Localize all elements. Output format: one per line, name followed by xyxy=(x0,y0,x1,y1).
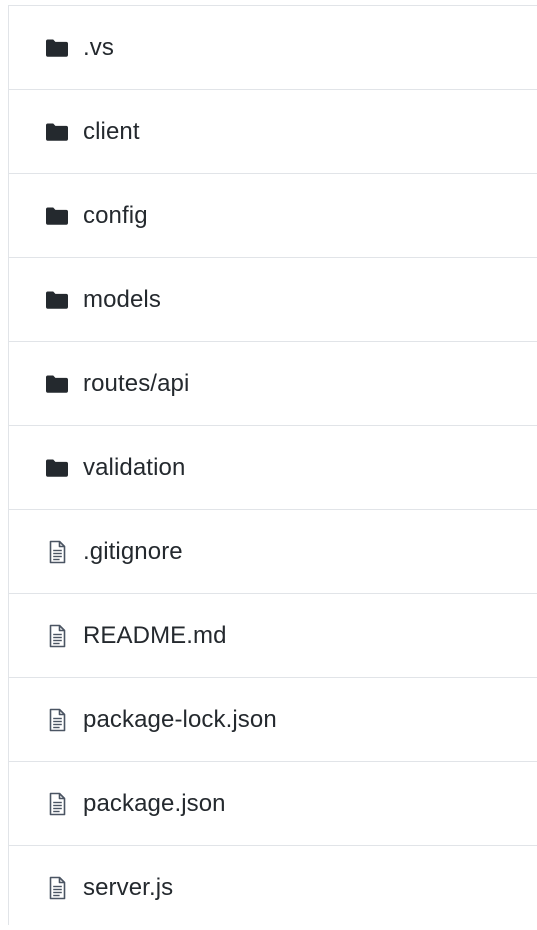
file-list-row-folder[interactable]: .vs xyxy=(9,6,537,90)
entry-name[interactable]: .vs xyxy=(83,34,114,62)
file-icon xyxy=(45,876,69,900)
entry-name[interactable]: models xyxy=(83,286,161,314)
file-icon xyxy=(45,708,69,732)
file-list-row-file[interactable]: package-lock.json xyxy=(9,678,537,762)
entry-name[interactable]: README.md xyxy=(83,622,227,650)
file-list-row-file[interactable]: server.js xyxy=(9,846,537,930)
folder-icon xyxy=(45,288,69,312)
file-list: .vs client config models routes/api vali… xyxy=(8,5,537,925)
file-list-row-file[interactable]: README.md xyxy=(9,594,537,678)
file-list-row-folder[interactable]: client xyxy=(9,90,537,174)
entry-name[interactable]: .gitignore xyxy=(83,538,183,566)
file-list-row-folder[interactable]: config xyxy=(9,174,537,258)
file-icon xyxy=(45,792,69,816)
entry-name[interactable]: routes/api xyxy=(83,370,189,398)
folder-icon xyxy=(45,372,69,396)
folder-icon xyxy=(45,36,69,60)
folder-icon xyxy=(45,456,69,480)
entry-name[interactable]: server.js xyxy=(83,874,173,902)
file-list-row-file[interactable]: .gitignore xyxy=(9,510,537,594)
entry-name[interactable]: validation xyxy=(83,454,185,482)
entry-name[interactable]: package-lock.json xyxy=(83,706,277,734)
entry-name[interactable]: config xyxy=(83,202,148,230)
file-list-row-folder[interactable]: validation xyxy=(9,426,537,510)
folder-icon xyxy=(45,120,69,144)
file-list-row-file[interactable]: package.json xyxy=(9,762,537,846)
folder-icon xyxy=(45,204,69,228)
entry-name[interactable]: client xyxy=(83,118,140,146)
file-list-row-folder[interactable]: models xyxy=(9,258,537,342)
file-list-row-folder[interactable]: routes/api xyxy=(9,342,537,426)
file-icon xyxy=(45,624,69,648)
entry-name[interactable]: package.json xyxy=(83,790,226,818)
file-icon xyxy=(45,540,69,564)
